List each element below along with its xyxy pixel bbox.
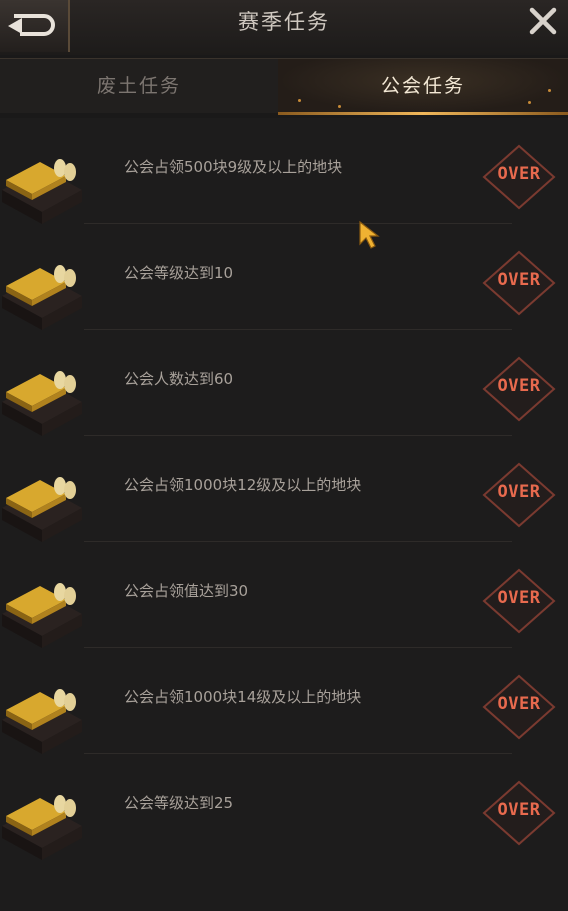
over-status: OVER [497, 588, 541, 608]
task-description: 公会等级达到25 [124, 794, 234, 812]
header-bar: 赛季任务 [0, 0, 568, 55]
task-description: 公会人数达到60 [124, 370, 234, 388]
close-button[interactable] [526, 6, 560, 36]
task-description: 公会占领500块9级及以上的地块 [124, 158, 343, 176]
over-status: OVER [497, 482, 541, 502]
territory-reward-icon [2, 477, 82, 542]
territory-reward-icon [2, 689, 82, 754]
task-row: 公会占领1000块12级及以上的地块 OVER [0, 436, 568, 542]
page-title: 赛季任务 [238, 10, 330, 34]
task-row: 公会等级达到25 OVER [0, 754, 568, 860]
over-status: OVER [497, 376, 541, 396]
task-description: 公会占领值达到30 [124, 582, 249, 600]
task-list[interactable]: 公会占领500块9级及以上的地块 OVER 公会等级达到10 OVER 公会人数… [0, 118, 568, 911]
tab-wasteland[interactable]: 废土任务 [0, 59, 278, 113]
close-icon [529, 7, 557, 35]
territory-reward-icon [2, 583, 82, 648]
over-status: OVER [497, 694, 541, 714]
territory-reward-icon [2, 795, 82, 860]
over-status: OVER [497, 270, 541, 290]
tab-guild-label: 公会任务 [380, 75, 465, 97]
over-badge: OVER [482, 674, 556, 740]
task-description: 公会占领1000块14级及以上的地块 [124, 688, 362, 706]
over-badge: OVER [482, 356, 556, 422]
over-badge: OVER [482, 462, 556, 528]
task-row: 公会占领值达到30 OVER [0, 542, 568, 648]
cursor-icon [359, 220, 380, 249]
tab-guild[interactable]: 公会任务 [278, 59, 568, 115]
task-row: 公会占领500块9级及以上的地块 OVER [0, 118, 568, 224]
territory-reward-icon [2, 265, 82, 330]
task-description: 公会等级达到10 [124, 264, 234, 282]
over-status: OVER [497, 800, 541, 820]
task-row: 公会人数达到60 OVER [0, 330, 568, 436]
over-badge: OVER [482, 780, 556, 846]
over-badge: OVER [482, 250, 556, 316]
over-badge: OVER [482, 144, 556, 210]
territory-reward-icon [2, 159, 82, 224]
tab-bar: 废土任务 公会任务 [0, 58, 568, 115]
territory-reward-icon [2, 371, 82, 436]
task-description: 公会占领1000块12级及以上的地块 [124, 476, 362, 494]
task-row: 公会占领1000块14级及以上的地块 OVER [0, 648, 568, 754]
task-row: 公会等级达到10 OVER [0, 224, 568, 330]
over-badge: OVER [482, 568, 556, 634]
over-status: OVER [497, 164, 541, 184]
